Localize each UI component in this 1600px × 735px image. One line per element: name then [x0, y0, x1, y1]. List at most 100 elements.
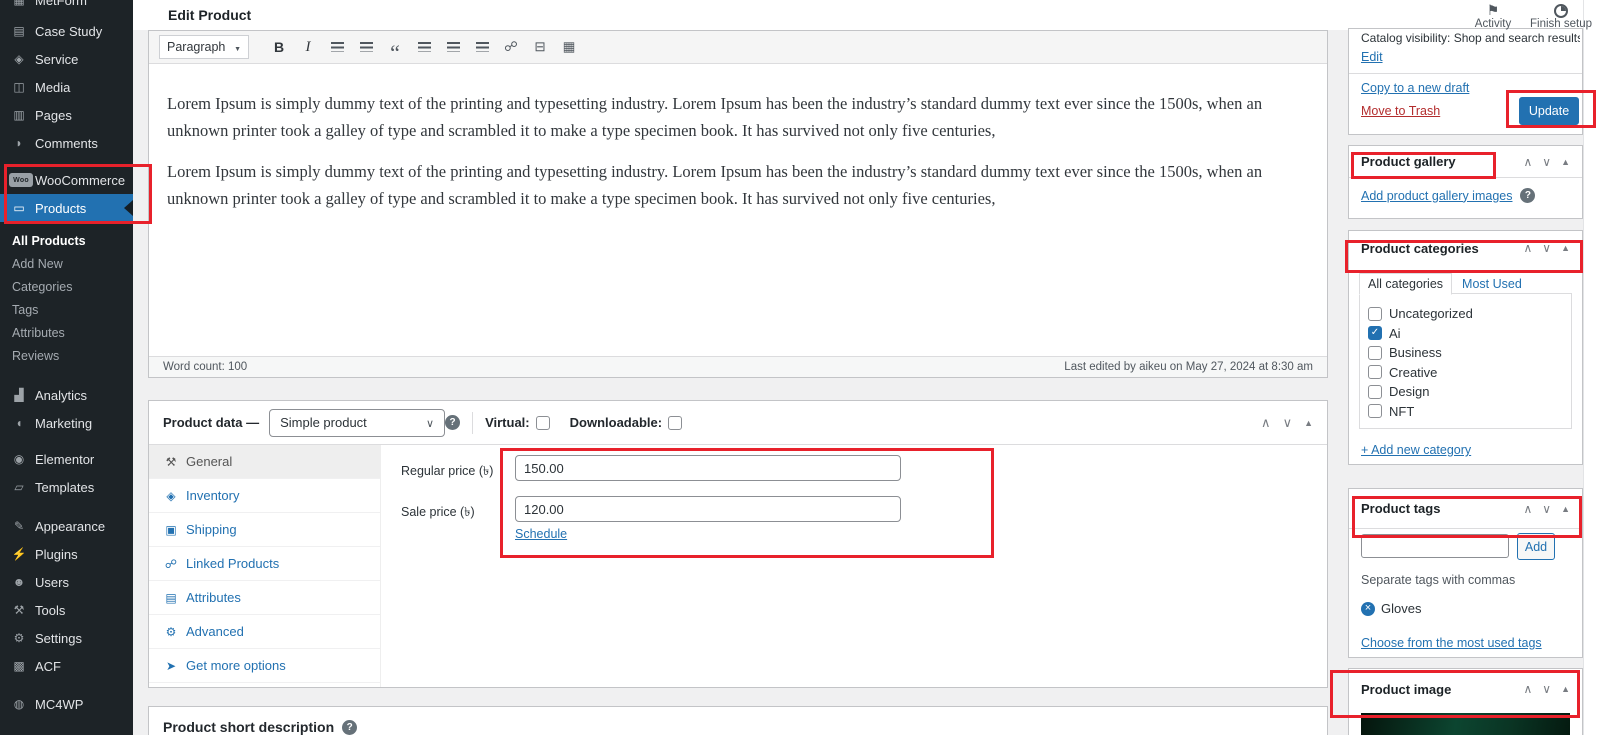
sidebar-item-settings[interactable]: ⚙ Settings — [0, 624, 133, 652]
tab-inventory[interactable]: ◈ Inventory — [149, 479, 380, 513]
collapse-toggle-icon[interactable]: ▲ — [1561, 504, 1570, 514]
tab-advanced[interactable]: ⚙ Advanced — [149, 615, 380, 649]
move-down-icon[interactable]: ∨ — [1542, 502, 1551, 516]
category-item-ai[interactable]: Ai — [1368, 324, 1571, 344]
downloadable-checkbox[interactable] — [668, 416, 682, 430]
paragraph-format-select[interactable]: Paragraph — [159, 35, 249, 59]
tab-general[interactable]: ⚒ General — [149, 445, 380, 479]
move-down-icon[interactable]: ∨ — [1542, 155, 1551, 169]
collapse-toggle-icon[interactable]: ▲ — [1561, 157, 1570, 167]
submenu-item-all-products[interactable]: All Products — [0, 230, 133, 253]
scrollbar-track[interactable] — [1583, 0, 1600, 735]
insert-link-button[interactable]: ☍ — [498, 35, 524, 59]
collapse-toggle-icon[interactable]: ▲ — [1561, 684, 1570, 694]
category-item-design[interactable]: Design — [1368, 382, 1571, 402]
category-checkbox-checked[interactable] — [1368, 326, 1382, 340]
move-to-trash-link[interactable]: Move to Trash — [1361, 104, 1440, 118]
category-item-business[interactable]: Business — [1368, 343, 1571, 363]
category-item-creative[interactable]: Creative — [1368, 363, 1571, 383]
submenu-item-categories[interactable]: Categories — [0, 276, 133, 299]
category-checkbox[interactable] — [1368, 346, 1382, 360]
sidebar-item-woocommerce[interactable]: Woo WooCommerce — [0, 166, 133, 194]
blockquote-button[interactable]: “ — [382, 35, 408, 59]
sidebar-item-tools[interactable]: ⚒ Tools — [0, 596, 133, 624]
move-up-icon[interactable]: ∧ — [1261, 415, 1271, 431]
tab-most-used[interactable]: Most Used — [1452, 274, 1532, 294]
add-tag-button[interactable]: Add — [1517, 533, 1555, 560]
tab-get-more-options[interactable]: ➤ Get more options — [149, 649, 380, 683]
align-right-button[interactable] — [469, 35, 495, 59]
bulleted-list-button[interactable] — [324, 35, 350, 59]
sidebar-item-users[interactable]: ☻ Users — [0, 568, 133, 596]
submenu-item-reviews[interactable]: Reviews — [0, 345, 133, 368]
toolbar-toggle-button[interactable]: ▦ — [556, 35, 582, 59]
move-down-icon[interactable]: ∨ — [1542, 682, 1551, 696]
move-up-icon[interactable]: ∧ — [1523, 155, 1532, 169]
insert-more-tag-button[interactable]: ⊟ — [527, 35, 553, 59]
align-left-button[interactable] — [411, 35, 437, 59]
sidebar-item-mc4wp[interactable]: ◍ MC4WP — [0, 690, 133, 718]
bold-button[interactable]: B — [266, 35, 292, 59]
activity-label: Activity — [1466, 18, 1520, 30]
regular-price-input[interactable] — [515, 455, 901, 481]
edit-catalog-visibility-link[interactable]: Edit — [1361, 50, 1383, 64]
sidebar-item-elementor[interactable]: ◉ Elementor — [0, 445, 133, 473]
add-gallery-images-link[interactable]: Add product gallery images — [1361, 189, 1512, 203]
submenu-item-attributes[interactable]: Attributes — [0, 322, 133, 345]
sidebar-item-comments[interactable]: ◗ Comments — [0, 129, 133, 157]
move-up-icon[interactable]: ∧ — [1523, 682, 1532, 696]
add-new-category-link[interactable]: + Add new category — [1361, 443, 1471, 457]
schedule-link[interactable]: Schedule — [515, 527, 567, 541]
submenu-item-tags[interactable]: Tags — [0, 299, 133, 322]
align-center-button[interactable] — [440, 35, 466, 59]
category-checkbox[interactable] — [1368, 365, 1382, 379]
category-checkbox[interactable] — [1368, 307, 1382, 321]
editor-content-area[interactable]: Lorem Ipsum is simply dummy text of the … — [149, 64, 1327, 212]
sidebar-item-service[interactable]: ◈ Service — [0, 45, 133, 73]
choose-most-used-tags-link[interactable]: Choose from the most used tags — [1361, 636, 1542, 650]
copy-to-new-draft-link[interactable]: Copy to a new draft — [1361, 81, 1469, 95]
marketing-megaphone-icon: ◖ — [9, 416, 29, 430]
italic-button[interactable]: I — [295, 35, 321, 59]
numbered-list-button[interactable] — [353, 35, 379, 59]
activity-button[interactable]: ⚑ Activity — [1466, 1, 1520, 30]
category-checkbox[interactable] — [1368, 385, 1382, 399]
tab-shipping[interactable]: ▣ Shipping — [149, 513, 380, 547]
help-icon[interactable] — [1520, 188, 1535, 203]
sale-price-label: Sale price (৳) — [401, 504, 475, 524]
help-icon[interactable] — [445, 415, 460, 430]
help-icon[interactable] — [342, 720, 357, 735]
sidebar-item-plugins[interactable]: ⚡ Plugins — [0, 540, 133, 568]
sidebar-item-analytics[interactable]: ▟ Analytics — [0, 381, 133, 409]
sidebar-item-acf[interactable]: ▩ ACF — [0, 652, 133, 680]
tab-attributes[interactable]: ▤ Attributes — [149, 581, 380, 615]
sidebar-item-metform[interactable]: ▦ MetForm — [0, 0, 133, 14]
remove-tag-icon[interactable] — [1361, 602, 1375, 616]
sidebar-item-case-study[interactable]: ▤ Case Study — [0, 17, 133, 45]
sidebar-item-products[interactable]: ▭ Products — [0, 194, 133, 222]
move-down-icon[interactable]: ∨ — [1283, 415, 1293, 431]
sidebar-item-appearance[interactable]: ✎ Appearance — [0, 512, 133, 540]
submenu-item-add-new[interactable]: Add New — [0, 253, 133, 276]
finish-setup-button[interactable]: Finish setup — [1524, 1, 1598, 30]
sidebar-item-media[interactable]: ◫ Media — [0, 73, 133, 101]
collapse-toggle-icon[interactable]: ▲ — [1561, 243, 1570, 253]
category-checkbox[interactable] — [1368, 404, 1382, 418]
sidebar-item-marketing[interactable]: ◖ Marketing — [0, 409, 133, 437]
move-up-icon[interactable]: ∧ — [1523, 502, 1532, 516]
collapse-toggle-icon[interactable]: ▲ — [1304, 418, 1313, 428]
tab-all-categories[interactable]: All categories — [1359, 273, 1452, 295]
new-tag-input[interactable] — [1361, 534, 1509, 558]
category-item-nft[interactable]: NFT — [1368, 402, 1571, 422]
sale-price-input[interactable] — [515, 496, 901, 522]
virtual-checkbox[interactable] — [536, 416, 550, 430]
sidebar-item-pages[interactable]: ▥ Pages — [0, 101, 133, 129]
sidebar-item-templates[interactable]: ▱ Templates — [0, 473, 133, 501]
update-button[interactable]: Update — [1519, 97, 1579, 125]
product-image-thumbnail[interactable] — [1361, 713, 1570, 735]
category-item-uncategorized[interactable]: Uncategorized — [1368, 304, 1571, 324]
tab-linked-products[interactable]: ☍ Linked Products — [149, 547, 380, 581]
move-down-icon[interactable]: ∨ — [1542, 241, 1551, 255]
product-type-select[interactable]: Simple product — [269, 409, 445, 437]
move-up-icon[interactable]: ∧ — [1523, 241, 1532, 255]
